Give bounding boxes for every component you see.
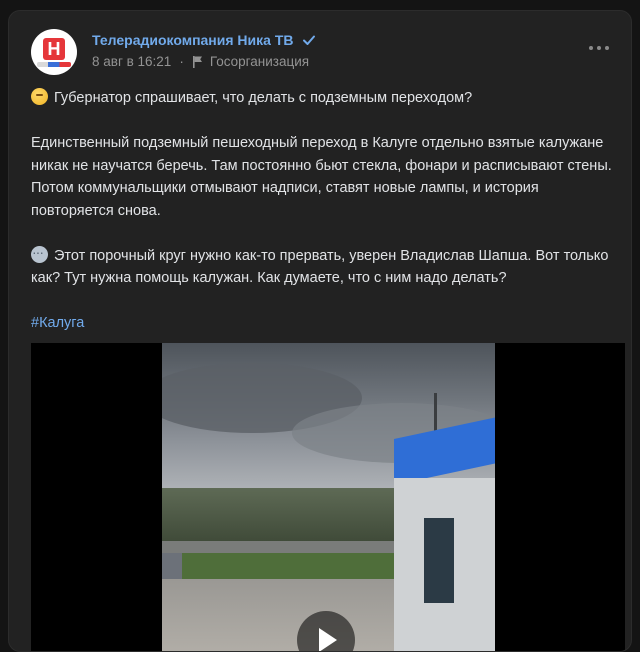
speech-bubble-emoji xyxy=(31,241,48,263)
paragraph-3-text: Этот порочный круг нужно как-то прервать… xyxy=(31,247,609,287)
paragraph-1-text: Губернатор спрашивает, что делать с подз… xyxy=(54,90,473,106)
post-text: Губернатор спрашивает, что делать с подз… xyxy=(31,87,621,335)
post-date[interactable]: 8 авг в 16:21 xyxy=(92,54,171,69)
logo-stripe xyxy=(37,62,71,67)
paragraph-3: Этот порочный круг нужно как-то прервать… xyxy=(31,241,621,290)
avatar[interactable]: Н xyxy=(31,29,77,75)
logo-letter: Н xyxy=(43,38,65,60)
hashtag-link[interactable]: #Калуга xyxy=(31,315,84,331)
thinking-face-emoji xyxy=(31,88,48,105)
meta-separator: · xyxy=(179,54,184,69)
more-dots-icon[interactable] xyxy=(589,43,611,53)
paragraph-1: Губернатор спрашивает, что делать с подз… xyxy=(31,87,621,110)
paragraph-2: Единственный подземный пешеходный перехо… xyxy=(31,135,612,219)
post-meta: 8 авг в 16:21 · Госорганизация xyxy=(92,54,309,71)
post-card: Н Телерадиокомпания Ника ТВ 8 авг в 16:2… xyxy=(8,10,632,652)
verified-check-icon xyxy=(302,33,316,50)
author-name-text[interactable]: Телерадиокомпания Ника ТВ xyxy=(92,32,294,48)
author-name[interactable]: Телерадиокомпания Ника ТВ xyxy=(92,32,316,50)
org-label: Госорганизация xyxy=(209,54,310,69)
video-thumbnail xyxy=(162,343,495,651)
video-player[interactable] xyxy=(31,343,625,651)
flag-icon xyxy=(192,55,204,71)
post-header: Н Телерадиокомпания Ника ТВ 8 авг в 16:2… xyxy=(31,29,615,79)
